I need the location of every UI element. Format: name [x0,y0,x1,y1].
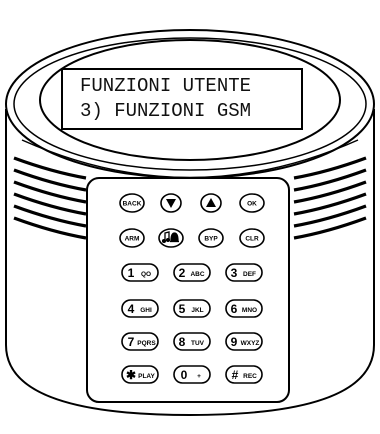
keypad-device: FUNZIONI UTENTE 3) FUNZIONI GSM BACK OK … [0,0,380,434]
chime-button[interactable] [158,228,184,248]
key-star-letters: PLAY [138,373,155,380]
lcd-display: FUNZIONI UTENTE 3) FUNZIONI GSM [61,68,303,130]
key-2-digit: 2 [179,266,186,280]
key-3[interactable]: 3 DEF [225,263,263,282]
key-6[interactable]: 6 MNO [225,299,263,318]
key-8-digit: 8 [179,335,186,349]
key-5-letters: JKL [191,307,203,314]
clr-button[interactable]: CLR [239,228,265,248]
back-button[interactable]: BACK [119,193,145,213]
clr-button-label: CLR [245,236,259,243]
ok-button-label: OK [247,201,257,208]
key-3-letters: DEF [243,271,256,278]
back-button-label: BACK [123,201,142,208]
key-2-letters: ABC [190,271,204,278]
arm-button[interactable]: ARM [119,228,145,248]
key-0[interactable]: 0 + [173,365,211,384]
key-3-digit: 3 [231,266,238,280]
down-button[interactable] [160,193,182,213]
key-9[interactable]: 9 WXYZ [225,332,263,351]
key-hash-letters: REC [243,373,257,380]
key-star-symbol: ✱ [126,368,136,382]
key-1-digit: 1 [128,266,135,280]
key-1-letters: QO [141,271,151,278]
key-0-letters: + [197,373,201,380]
key-7-digit: 7 [128,335,135,349]
key-9-digit: 9 [231,335,238,349]
up-button[interactable] [200,193,222,213]
key-8-letters: TUV [191,340,205,347]
byp-button[interactable]: BYP [198,228,224,248]
key-6-digit: 6 [231,302,238,316]
arm-button-label: ARM [125,236,140,243]
key-4[interactable]: 4 GHI [121,299,159,318]
key-hash-symbol: # [232,368,239,382]
byp-button-label: BYP [204,236,218,243]
key-8[interactable]: 8 TUV [173,332,211,351]
key-4-letters: GHI [140,307,152,314]
lcd-line-2: 3) FUNZIONI GSM [80,100,251,122]
key-2[interactable]: 2 ABC [173,263,211,282]
key-hash[interactable]: # REC [225,365,263,384]
key-4-digit: 4 [128,302,135,316]
key-1[interactable]: 1 QO [121,263,159,282]
key-7-letters: PQRS [137,340,156,347]
key-7[interactable]: 7 PQRS [121,332,159,351]
key-0-digit: 0 [181,368,188,382]
key-5[interactable]: 5 JKL [173,299,211,318]
lcd-line-1: FUNZIONI UTENTE [80,75,251,97]
key-5-digit: 5 [179,302,186,316]
ok-button[interactable]: OK [239,193,265,213]
key-star[interactable]: ✱ PLAY [121,365,159,384]
key-9-letters: WXYZ [241,340,260,347]
key-6-letters: MNO [242,307,257,314]
